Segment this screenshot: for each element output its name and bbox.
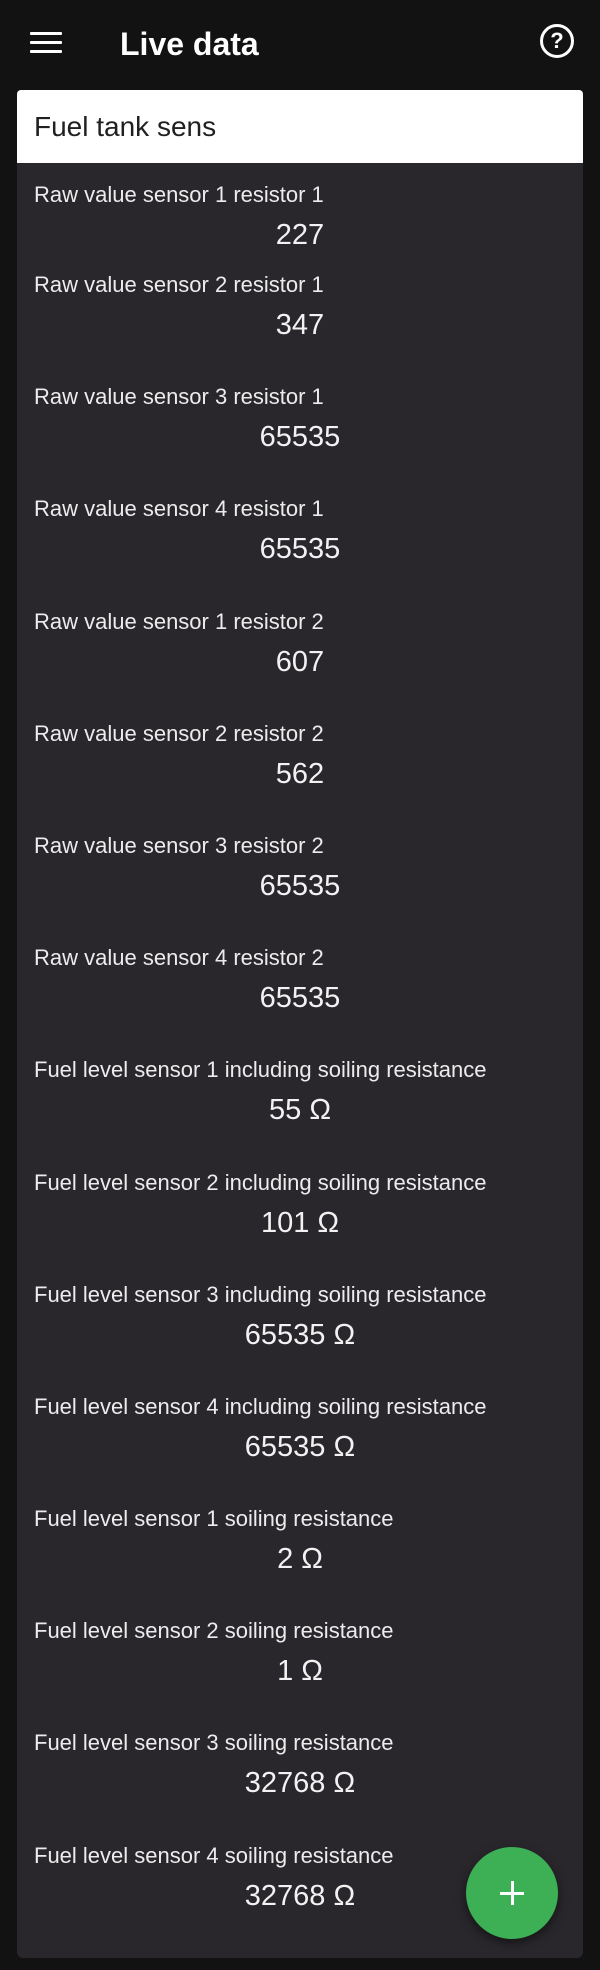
list-item: Raw value sensor 4 resistor 1 65535 <box>17 477 583 589</box>
item-label: Fuel level sensor 4 including soiling re… <box>34 1393 487 1419</box>
item-value: 347 <box>275 309 325 341</box>
list-item: Raw value sensor 2 resistor 2 562 <box>17 702 583 814</box>
item-label: Raw value sensor 3 resistor 2 <box>34 832 324 858</box>
item-label: Raw value sensor 4 resistor 2 <box>34 945 324 971</box>
item-value: 562 <box>275 757 325 790</box>
item-value: 32768 Ω <box>244 1767 356 1800</box>
list-item: Raw value sensor 3 resistor 2 65535 <box>17 814 583 926</box>
item-value: 65535 <box>259 869 341 902</box>
list-item: Raw value sensor 1 resistor 2 607 <box>17 590 583 702</box>
list-item: Fuel level sensor 3 soiling resistance 3… <box>17 1711 583 1823</box>
item-value: 227 <box>275 219 325 251</box>
item-label: Fuel level sensor 2 including soiling re… <box>34 1169 487 1195</box>
item-label: Raw value sensor 2 resistor 2 <box>34 720 324 746</box>
item-label: Raw value sensor 3 resistor 1 <box>34 384 324 410</box>
item-label: Fuel level sensor 1 soiling resistance <box>34 1506 394 1532</box>
item-label: Raw value sensor 4 resistor 1 <box>34 496 324 522</box>
item-label: Fuel level sensor 3 soiling resistance <box>34 1730 394 1756</box>
hamburger-menu-icon[interactable] <box>30 32 62 54</box>
list-item: Raw value sensor 3 resistor 1 65535 <box>17 365 583 477</box>
list-item: Fuel level sensor 3 including soiling re… <box>17 1263 583 1375</box>
item-label: Raw value sensor 1 resistor 2 <box>34 608 324 634</box>
item-label: Fuel level sensor 1 including soiling re… <box>34 1057 487 1083</box>
list-item: Fuel level sensor 1 including soiling re… <box>17 1038 583 1150</box>
list-item: Raw value sensor 4 resistor 2 65535 <box>17 926 583 1038</box>
help-icon[interactable]: ? <box>540 24 574 58</box>
item-value: 607 <box>275 645 325 678</box>
item-value: 65535 <box>259 421 341 454</box>
add-button[interactable] <box>466 1847 558 1939</box>
list-item: Raw value sensor 1 resistor 1 227 <box>17 163 583 253</box>
item-label: Fuel level sensor 2 soiling resistance <box>34 1618 394 1644</box>
app-bar: Live data ? <box>0 0 600 88</box>
page-title: Live data <box>120 26 259 62</box>
item-label: Fuel level sensor 4 soiling resistance <box>34 1842 394 1868</box>
item-value: 65535 Ω <box>244 1430 356 1463</box>
item-value: 101 Ω <box>260 1206 340 1239</box>
item-label: Fuel level sensor 3 including soiling re… <box>34 1281 487 1307</box>
list-item: Fuel level sensor 2 including soiling re… <box>17 1151 583 1263</box>
item-value: 1 Ω <box>277 1655 323 1688</box>
item-value: 65535 Ω <box>244 1318 356 1351</box>
live-data-list: Raw value sensor 1 resistor 1 227 Raw va… <box>17 163 583 1958</box>
list-item: Fuel level sensor 1 soiling resistance 2… <box>17 1487 583 1599</box>
item-value: 55 Ω <box>269 1094 331 1127</box>
item-value: 65535 <box>259 533 341 566</box>
item-label: Raw value sensor 1 resistor 1 <box>34 182 324 207</box>
search-input[interactable]: Fuel tank sens <box>17 90 583 163</box>
list-item: Fuel level sensor 2 soiling resistance 1… <box>17 1599 583 1711</box>
item-value: 2 Ω <box>277 1543 323 1576</box>
item-value: 65535 <box>259 982 341 1015</box>
item-label: Raw value sensor 2 resistor 1 <box>34 272 324 297</box>
list-item: Raw value sensor 2 resistor 1 347 <box>17 253 583 365</box>
list-item: Fuel level sensor 4 including soiling re… <box>17 1375 583 1487</box>
